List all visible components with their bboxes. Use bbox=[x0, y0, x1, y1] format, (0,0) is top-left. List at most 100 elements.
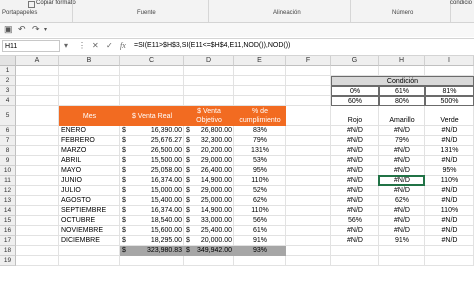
name-box-dropdown-icon[interactable]: ▾ bbox=[64, 41, 68, 50]
customize-toolbar-icon[interactable]: ▾ bbox=[44, 26, 47, 33]
cell-verde: #N/D bbox=[441, 137, 458, 144]
cell-amarillo: #N/D bbox=[394, 157, 410, 164]
column-header-i[interactable]: I bbox=[425, 56, 474, 66]
cell-amarillo: 79% bbox=[394, 137, 409, 144]
condition-value: 0% bbox=[331, 86, 379, 96]
cell-mes: JULIO bbox=[61, 187, 81, 194]
row-header-14[interactable]: 14 bbox=[0, 206, 16, 216]
redo-icon[interactable]: ↷ bbox=[32, 24, 40, 35]
cell-verde: #N/D bbox=[441, 197, 458, 204]
header-venta-objetivo-line1: $ Venta bbox=[197, 108, 221, 115]
condition-value: 80% bbox=[379, 96, 425, 106]
cell-venta-real: 15,400.00 bbox=[150, 197, 182, 204]
cell-mes: OCTUBRE bbox=[61, 217, 96, 224]
cell-amarillo: #N/D bbox=[394, 227, 410, 234]
cell-cumplimiento: 95% bbox=[252, 167, 267, 174]
column-header-f[interactable]: F bbox=[286, 56, 331, 66]
column-header-d[interactable]: D bbox=[184, 56, 234, 66]
cell-rojo: #N/D bbox=[347, 127, 363, 134]
formula-input[interactable]: =SI(E11>$H$3,SI(E11<=$H$4,E11,NOD()),NOD… bbox=[134, 42, 290, 49]
cancel-icon[interactable]: ✕ bbox=[92, 41, 99, 50]
row-header-17[interactable]: 17 bbox=[0, 236, 16, 246]
insert-function-icon[interactable]: fx bbox=[120, 41, 126, 50]
cell-mes: AGOSTO bbox=[61, 197, 91, 204]
row-header-10[interactable]: 10 bbox=[0, 166, 16, 176]
header-cumplimiento-line2: cumplimiento bbox=[239, 117, 281, 124]
ribbon-separator bbox=[350, 0, 351, 22]
row-header-3[interactable]: 3 bbox=[0, 86, 16, 96]
save-icon[interactable]: ▣ bbox=[4, 24, 13, 35]
column-header-c[interactable]: C bbox=[120, 56, 184, 66]
column-header-h[interactable]: H bbox=[379, 56, 425, 66]
cell-verde: #N/D bbox=[441, 227, 458, 234]
cell-cumplimiento: 53% bbox=[252, 157, 267, 164]
selected-cell-h11[interactable] bbox=[378, 175, 425, 186]
row-header-8[interactable]: 8 bbox=[0, 146, 16, 156]
cell-verde: #N/D bbox=[441, 217, 458, 224]
total-cumplimiento: 93% bbox=[252, 247, 267, 254]
cell-rojo: #N/D bbox=[347, 147, 363, 154]
cell-venta-objetivo: 25,000.00 bbox=[200, 197, 232, 204]
cell-venta-objetivo: 26,400.00 bbox=[200, 167, 232, 174]
row-header-7[interactable]: 7 bbox=[0, 136, 16, 146]
row-header-9[interactable]: 9 bbox=[0, 156, 16, 166]
row-header-5[interactable]: 5 bbox=[0, 106, 16, 126]
cell-mes: ENERO bbox=[61, 127, 86, 134]
row-header-18[interactable]: 18 bbox=[0, 246, 16, 256]
cell-venta-objetivo: 20,000.00 bbox=[200, 237, 232, 244]
column-header-b[interactable]: B bbox=[59, 56, 120, 66]
header-venta-real-line1: $ Venta Real bbox=[131, 113, 173, 120]
cell-mes: FEBRERO bbox=[61, 137, 95, 144]
row-header-12[interactable]: 12 bbox=[0, 186, 16, 196]
header-venta-objetivo-line2: Objetivo bbox=[196, 117, 222, 124]
column-header-a[interactable]: A bbox=[16, 56, 59, 66]
cell-venta-objetivo: 20,200.00 bbox=[200, 147, 232, 154]
cell-venta-real: 25,676.27 bbox=[150, 137, 182, 144]
row-header-11[interactable]: 11 bbox=[0, 176, 16, 186]
cell-cumplimiento: 110% bbox=[251, 207, 269, 214]
group-number-label: Número bbox=[392, 10, 414, 16]
cell-venta-real: 26,500.00 bbox=[150, 147, 182, 154]
header-venta-real: $ Venta Real bbox=[120, 106, 184, 126]
cell-amarillo: #N/D bbox=[394, 207, 410, 214]
more-options-icon: ⋮ bbox=[78, 41, 86, 50]
condition-value: 61% bbox=[379, 86, 425, 96]
row-header-16[interactable]: 16 bbox=[0, 226, 16, 236]
condition-value: 500% bbox=[425, 96, 474, 106]
cell-rojo: #N/D bbox=[347, 207, 363, 214]
copy-format-button[interactable]: Copiar formato bbox=[36, 0, 76, 6]
row-header-4[interactable]: 4 bbox=[0, 96, 16, 106]
cell-amarillo: 62% bbox=[394, 197, 409, 204]
undo-icon[interactable]: ↶ bbox=[18, 24, 26, 35]
cell-venta-objetivo: 14,900.00 bbox=[200, 207, 232, 214]
condition-value: 60% bbox=[331, 96, 379, 106]
row-header-13[interactable]: 13 bbox=[0, 196, 16, 206]
row-header-1[interactable]: 1 bbox=[0, 66, 16, 76]
header-verde: Verde bbox=[440, 117, 459, 124]
row-header-19[interactable]: 19 bbox=[0, 256, 16, 266]
row-header-2[interactable]: 2 bbox=[0, 76, 16, 86]
column-header-g[interactable]: G bbox=[331, 56, 379, 66]
header-venta-objetivo: $ Venta Objetivo bbox=[184, 106, 234, 126]
cell-rojo: #N/D bbox=[347, 237, 363, 244]
cell-verde: 95% bbox=[442, 167, 457, 174]
conditional-format-button[interactable]: condicio bbox=[450, 0, 472, 6]
header-mes: Mes bbox=[59, 106, 120, 126]
cell-rojo: #N/D bbox=[347, 137, 363, 144]
format-painter-icon[interactable] bbox=[28, 1, 35, 8]
header-mes-line1: Mes bbox=[82, 113, 97, 120]
enter-icon[interactable]: ✓ bbox=[106, 41, 113, 50]
row-header-15[interactable]: 15 bbox=[0, 216, 16, 226]
row-header-6[interactable]: 6 bbox=[0, 126, 16, 136]
cell-rojo: #N/D bbox=[347, 187, 363, 194]
cell-cumplimiento: 56% bbox=[252, 217, 267, 224]
name-box[interactable]: H11 bbox=[2, 40, 60, 52]
group-clipboard-label: Portapapeles bbox=[2, 10, 38, 16]
cell-mes: NOVIEMBRE bbox=[61, 227, 104, 234]
ribbon-separator bbox=[72, 0, 73, 22]
cell-mes: SEPTIEMBRE bbox=[61, 207, 107, 214]
column-header-e[interactable]: E bbox=[234, 56, 286, 66]
condition-title: Condición bbox=[331, 76, 474, 86]
select-all-corner[interactable] bbox=[0, 56, 16, 66]
cell-cumplimiento: 52% bbox=[252, 187, 267, 194]
